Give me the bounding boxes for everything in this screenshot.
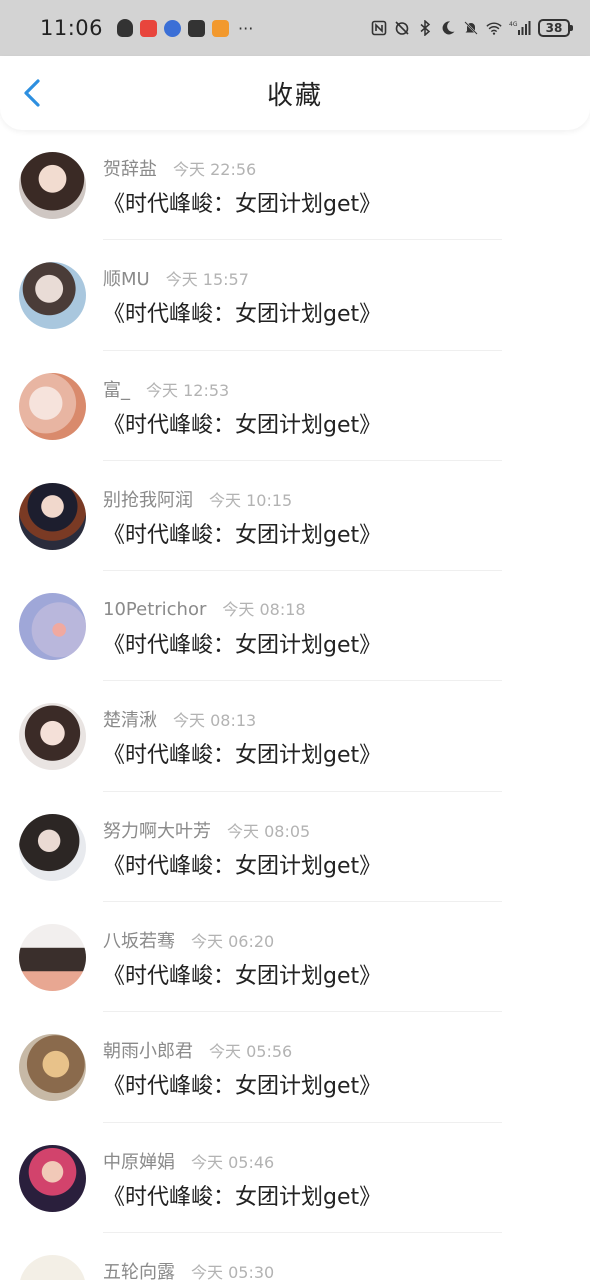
avatar[interactable]	[19, 372, 86, 440]
timestamp: 今天 15:57	[165, 270, 249, 290]
timestamp: 今天 05:46	[191, 1152, 275, 1172]
username[interactable]: 努力啊大叶芳	[103, 817, 211, 843]
network-type-label: 4G	[509, 21, 518, 28]
avatar[interactable]	[19, 1254, 86, 1280]
username[interactable]: 贺辞盐	[103, 155, 157, 181]
list-item[interactable]: 朝雨小郎君 今天 05:56 《时代峰峻：女团计划get》	[0, 1012, 590, 1123]
more-notifications-icon: ···	[238, 18, 254, 38]
username[interactable]: 10Petrichor	[103, 599, 206, 620]
username[interactable]: 顺MU	[103, 265, 150, 291]
username[interactable]: 朝雨小郎君	[103, 1037, 193, 1063]
timestamp: 今天 08:05	[227, 821, 311, 841]
work-title[interactable]: 《时代峰峻：女团计划get》	[103, 1068, 381, 1100]
qq-icon	[117, 19, 134, 37]
back-button[interactable]	[16, 76, 50, 110]
chevron-left-icon	[24, 79, 40, 107]
nav-bar: 收藏	[0, 56, 590, 130]
timestamp: 今天 12:53	[146, 380, 230, 400]
avatar[interactable]	[19, 262, 86, 330]
list-item[interactable]: 10Petrichor 今天 08:18 《时代峰峻：女团计划get》	[0, 571, 590, 682]
work-title[interactable]: 《时代峰峻：女团计划get》	[103, 186, 381, 218]
username[interactable]: 别抢我阿润	[103, 486, 193, 512]
app-red-icon	[140, 19, 158, 37]
list-item[interactable]: 贺辞盐 今天 22:56 《时代峰峻：女团计划get》	[0, 130, 590, 241]
bluetooth-icon	[420, 20, 431, 36]
username[interactable]: 中原婵娟	[103, 1148, 175, 1174]
list-item[interactable]: 中原婵娟 今天 05:46 《时代峰峻：女团计划get》	[0, 1123, 590, 1233]
timestamp: 今天 06:20	[191, 932, 275, 952]
status-time: 11:06	[40, 16, 104, 40]
list-item[interactable]: 楚清湫 今天 08:13 《时代峰峻：女团计划get》	[0, 681, 590, 792]
work-title[interactable]: 《时代峰峻：女团计划get》	[103, 958, 381, 990]
signal-icon: 4G	[509, 21, 531, 35]
alarm-off-icon	[395, 21, 409, 35]
avatar[interactable]	[19, 482, 86, 550]
list-item[interactable]: 顺MU 今天 15:57 《时代峰峻：女团计划get》	[0, 240, 590, 351]
work-title[interactable]: 《时代峰峻：女团计划get》	[103, 407, 381, 439]
avatar[interactable]	[19, 152, 86, 219]
work-title[interactable]: 《时代峰峻：女团计划get》	[103, 517, 381, 549]
avatar[interactable]	[19, 593, 86, 661]
notification-icons: ···	[117, 19, 253, 38]
list-item[interactable]: 努力啊大叶芳 今天 08:05 《时代峰峻：女团计划get》	[0, 792, 590, 903]
app-orange-icon	[212, 19, 230, 37]
work-title[interactable]: 《时代峰峻：女团计划get》	[103, 737, 381, 769]
system-icons: 4G 38	[371, 19, 573, 37]
favorites-list: 贺辞盐 今天 22:56 《时代峰峻：女团计划get》 顺MU 今天 15:57 《…	[0, 130, 590, 1280]
music-app-icon	[164, 19, 182, 37]
work-title[interactable]: 《时代峰峻：女团计划get》	[103, 848, 381, 880]
status-bar: 11:06 ··· 4G 38	[0, 0, 590, 56]
timestamp: 今天 22:56	[173, 160, 257, 179]
timestamp: 今天 05:56	[209, 1042, 293, 1062]
avatar[interactable]	[19, 924, 86, 992]
avatar[interactable]	[19, 1034, 86, 1102]
timestamp: 今天 05:30	[191, 1262, 275, 1280]
list-item[interactable]: 富_ 今天 12:53 《时代峰峻：女团计划get》	[0, 351, 590, 461]
wifi-icon	[486, 22, 502, 35]
list-item[interactable]: 八坂若骞 今天 06:20 《时代峰峻：女团计划get》	[0, 902, 590, 1013]
work-title[interactable]: 《时代峰峻：女团计划get》	[103, 296, 381, 328]
avatar[interactable]	[19, 813, 86, 881]
username[interactable]: 五轮向露	[103, 1258, 175, 1280]
work-title[interactable]: 《时代峰峻：女团计划get》	[103, 1179, 381, 1211]
mute-icon	[464, 21, 478, 35]
avatar[interactable]	[19, 1144, 86, 1212]
moon-icon	[442, 21, 455, 35]
timestamp: 今天 08:13	[173, 711, 257, 731]
list-item[interactable]: 五轮向露 今天 05:30	[0, 1233, 590, 1280]
avatar[interactable]	[19, 703, 86, 771]
list-item[interactable]: 别抢我阿润 今天 10:15 《时代峰峻：女团计划get》	[0, 461, 590, 572]
timestamp: 今天 10:15	[209, 490, 293, 510]
timestamp: 今天 08:18	[222, 600, 306, 620]
app-dark-icon	[188, 19, 206, 37]
battery-indicator: 38	[538, 19, 573, 37]
username[interactable]: 富_	[103, 376, 130, 402]
work-title[interactable]: 《时代峰峻：女团计划get》	[103, 627, 381, 659]
nfc-icon	[371, 20, 387, 36]
page-title: 收藏	[266, 80, 323, 111]
username[interactable]: 八坂若骞	[103, 927, 175, 953]
username[interactable]: 楚清湫	[103, 706, 157, 732]
